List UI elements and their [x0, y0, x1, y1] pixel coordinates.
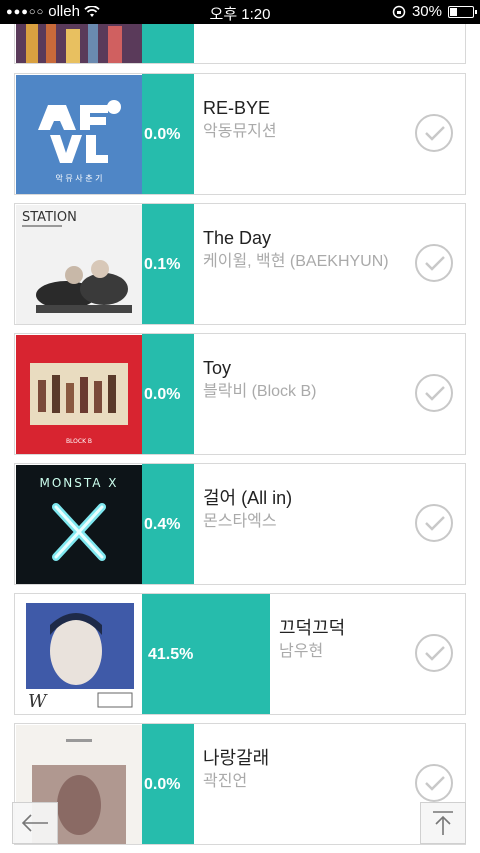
check-circle-icon[interactable] — [415, 114, 453, 152]
album-art-text: 악 뮤 사 춘 기 — [56, 173, 103, 183]
song-title: The Day — [203, 228, 272, 248]
status-bar: ●●●○○ olleh 오후 1:20 30% — [0, 0, 480, 24]
arrow-up-to-top-icon — [433, 811, 453, 835]
arrow-left-icon — [21, 814, 48, 832]
check-circle-icon[interactable] — [415, 634, 453, 672]
song-artist: 곽진언 — [203, 773, 248, 790]
check-circle-icon[interactable] — [415, 764, 453, 802]
battery-icon — [448, 5, 477, 18]
vote-percent: 0.1% — [144, 256, 181, 273]
album-art: MONSTA X — [16, 465, 142, 584]
vote-percent: 41.5% — [148, 646, 194, 663]
song-artist: 블락비 (Block B) — [203, 383, 317, 400]
album-art-text: BLOCK B — [66, 438, 92, 445]
check-circle-icon[interactable] — [415, 244, 453, 282]
song-card[interactable]: 0.0% 나랑갈래 곽진언 — [14, 723, 466, 845]
vote-percent: 0.0% — [144, 386, 181, 403]
scroll-top-button[interactable] — [420, 802, 466, 844]
rotation-lock-icon — [392, 5, 406, 18]
back-button[interactable] — [12, 802, 58, 844]
song-title: 나랑갈래 — [203, 748, 270, 768]
song-card[interactable]: 악 뮤 사 춘 기 0.0% RE-BYE 악동뮤지션 — [14, 73, 466, 195]
check-circle-icon[interactable] — [415, 374, 453, 412]
album-art: BLOCK B — [16, 335, 142, 454]
album-art-text: STATION — [22, 210, 77, 225]
song-title: RE-BYE — [203, 98, 271, 118]
song-card[interactable]: MONSTA X 0.4% 걸어 (All in) 몬스타엑스 — [14, 463, 466, 585]
check-circle-icon[interactable] — [415, 504, 453, 542]
song-artist: 케이윌, 백현 (BAEKHYUN) — [203, 253, 389, 270]
vote-percent: 0.0% — [144, 776, 181, 793]
battery-percent: 30% — [411, 3, 442, 20]
album-art-text: MONSTA X — [39, 476, 118, 490]
album-art: 악 뮤 사 춘 기 — [16, 75, 142, 194]
song-card[interactable]: BLOCK B 0.0% Toy 블락비 (Block B) — [14, 333, 466, 455]
album-art-text: W — [28, 691, 48, 712]
song-card[interactable]: STATION 0.1% The Day 케이윌, 백현 (BAEKHYUN) — [14, 203, 466, 325]
song-title: Toy — [203, 358, 232, 378]
song-artist: 몬스타엑스 — [203, 513, 277, 530]
song-title: 걸어 (All in) — [203, 488, 293, 508]
vote-percent: 0.0% — [144, 126, 181, 143]
song-card[interactable]: W 41.5% 끄덕끄덕 남우현 — [14, 593, 466, 715]
album-art: W — [16, 595, 142, 714]
vote-percent: 0.4% — [144, 516, 181, 533]
song-artist: 악동뮤지션 — [203, 123, 277, 140]
album-art: STATION — [16, 205, 142, 324]
